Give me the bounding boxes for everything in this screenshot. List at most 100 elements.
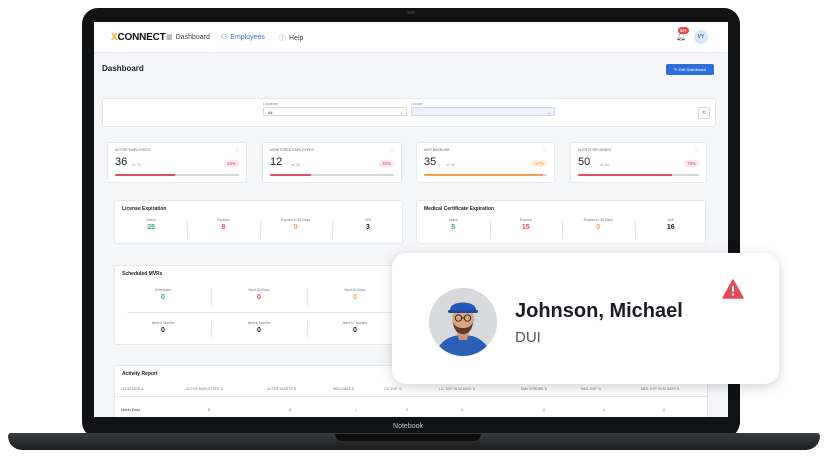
- stat-n-a: N/A 3: [332, 218, 404, 231]
- kpi-card[interactable]: ACTIVE EMPLOYEES ⓘ 36 of 75 48%: [107, 142, 247, 183]
- kpi-progress-bar: [424, 174, 547, 176]
- top-navbar: XCONNECT ▦ Dashboard ⚇ Employees ⓘ Help 🔔︎ …: [94, 22, 728, 53]
- stat-value: 0: [257, 294, 261, 301]
- kpi-label: ALERTS REVIEWED: [578, 148, 612, 152]
- stat-label: Next 12 Months: [342, 321, 368, 325]
- laptop-hinge-notch: [335, 434, 481, 441]
- divider: [259, 219, 261, 239]
- kpi-percent: 33%: [378, 160, 394, 167]
- panel-title: Scheduled MVRs: [122, 271, 163, 277]
- employee-photo: [429, 288, 497, 356]
- nav-dashboard[interactable]: ▦ Dashboard: [166, 33, 210, 41]
- stat-label: Next 3 Months: [151, 321, 175, 325]
- panel-title: Medical Certificate Expiration: [424, 206, 495, 212]
- medical-expiration-panel: Medical Certificate Expiration Active 5 Ex…: [416, 200, 706, 244]
- kpi-percent: 78%: [683, 160, 699, 167]
- table-header-1[interactable]: ACTIVE EMPLOYEES ⇅: [186, 387, 223, 391]
- table-header-4[interactable]: LIC. EXP. ⇅: [384, 387, 402, 391]
- stat-next-6-months: Next 6 Months 0: [211, 321, 307, 334]
- nav-employees[interactable]: ⚇ Employees: [221, 33, 265, 41]
- device-label: Notebook: [393, 423, 423, 430]
- kpi-progress-fill: [270, 174, 311, 176]
- kpi-card[interactable]: MVR BASELINE ⓘ 35 of 36 97%: [416, 142, 555, 183]
- kpi-label: MONITORED EMPLOYEES: [270, 148, 314, 152]
- stat-n-a: N/A 16: [635, 218, 708, 231]
- stat-label: Next 6 Months: [247, 321, 271, 325]
- webcam: [407, 11, 415, 14]
- kpi-progress-bar: [115, 174, 239, 176]
- kpi-card[interactable]: MONITORED EMPLOYEES ⓘ 12 of 36 33%: [262, 142, 402, 183]
- license-expiration-panel: License Expiration Active 25 Expired 8 Expir…: [114, 200, 403, 244]
- reset-filters-button[interactable]: ⟲: [698, 107, 710, 119]
- nav-help[interactable]: ⓘ Help: [279, 33, 303, 43]
- logo-text: CONNECT: [117, 32, 166, 43]
- stat-label: Next 60 Days: [344, 288, 366, 292]
- stat-active: Active 5: [417, 218, 490, 231]
- stat-label: N/A: [667, 218, 674, 222]
- stat-label: N/A: [364, 218, 371, 222]
- person-portrait-icon: [429, 288, 497, 356]
- divider: [634, 219, 636, 239]
- table-header-5[interactable]: LIC. EXP. IN 30 DAYS ⇅: [439, 387, 475, 391]
- table-cell: 4: [603, 407, 606, 412]
- table-header-2[interactable]: ACTIVE ALERTS ⇅: [267, 387, 296, 391]
- kpi-of: of 36: [446, 162, 455, 167]
- alert-card[interactable]: Johnson, Michael DUI: [392, 253, 779, 384]
- divider: [187, 219, 189, 239]
- stat-value: 0: [353, 327, 357, 334]
- panel-title: License Expiration: [122, 206, 167, 212]
- divider: [307, 288, 308, 306]
- divider: [562, 219, 563, 239]
- stat-value: 0: [161, 327, 165, 334]
- kpi-card[interactable]: ALERTS REVIEWED ⓘ 50 of 64 78%: [570, 142, 707, 183]
- table-cell: 2: [406, 407, 409, 412]
- stat-value: 0: [161, 294, 165, 301]
- kpi-label: MVR BASELINE: [424, 148, 450, 152]
- stat-value: 16: [666, 224, 675, 231]
- grid-icon: ▦: [166, 34, 173, 41]
- people-icon: ⚇: [221, 34, 228, 41]
- kpi-progress-bar: [270, 174, 394, 176]
- stat-value: 8: [221, 224, 226, 231]
- info-icon: ⓘ: [390, 147, 394, 152]
- stat-value: 5: [451, 224, 456, 231]
- stat-label: Expired: [217, 218, 230, 222]
- stat-value: 0: [596, 224, 601, 231]
- table-cell: 0: [543, 407, 546, 412]
- kpi-label: ACTIVE EMPLOYEES: [115, 148, 151, 152]
- stat-active: Active 25: [115, 218, 187, 231]
- stat-label: Expires in 30 Days: [281, 218, 311, 222]
- stat-value: 0: [257, 327, 261, 334]
- table-header-8[interactable]: MED. EXP. IN 30 DAYS ⇅: [641, 387, 679, 391]
- table-header-6[interactable]: DMV ERRORS ⇅: [521, 387, 547, 391]
- table-header-3[interactable]: INELIGIBLE ⇅: [333, 387, 355, 391]
- table-header-0[interactable]: LOCATIONS ▲: [121, 387, 144, 391]
- kpi-progress-bar: [578, 174, 699, 176]
- kpi-percent: 48%: [223, 160, 239, 167]
- stat-expired: Expired 15: [490, 218, 563, 231]
- stat-next-12-months: Next 12 Months 0: [307, 321, 403, 334]
- groups-select[interactable]: ⌄: [411, 107, 555, 116]
- kpi-value: 50: [578, 156, 591, 168]
- edit-dashboard-button[interactable]: ✎ Edit Dashboard: [666, 64, 714, 75]
- chevron-down-icon: ⌄: [399, 110, 403, 115]
- stat-value: 15: [521, 224, 530, 231]
- stat-next-3-months: Next 3 Months 0: [115, 321, 211, 334]
- table-header-7[interactable]: MED. EXP. ⇅: [581, 387, 601, 391]
- table-cell: 5: [289, 407, 292, 412]
- kpi-of: of 75: [132, 162, 141, 167]
- kpi-percent: 97%: [531, 160, 547, 167]
- stat-scheduled: Scheduled 0: [115, 288, 211, 301]
- locations-select[interactable]: All ⌄: [263, 107, 407, 116]
- filter-bar: Locations All ⌄ Groups ⌄ ⟲: [102, 98, 716, 127]
- kpi-value: 36: [115, 156, 128, 168]
- user-avatar[interactable]: VY: [694, 30, 708, 44]
- stat-expires-in-30-days: Expires in 30 Days 0: [260, 218, 332, 231]
- divider: [331, 219, 333, 239]
- kpi-value: 35: [424, 156, 437, 168]
- app-logo[interactable]: XCONNECT: [111, 32, 166, 43]
- info-icon: ⓘ: [235, 147, 239, 152]
- info-icon: ⓘ: [695, 147, 699, 152]
- table-cell: 5: [208, 407, 211, 412]
- stat-expired: Expired 8: [187, 218, 259, 231]
